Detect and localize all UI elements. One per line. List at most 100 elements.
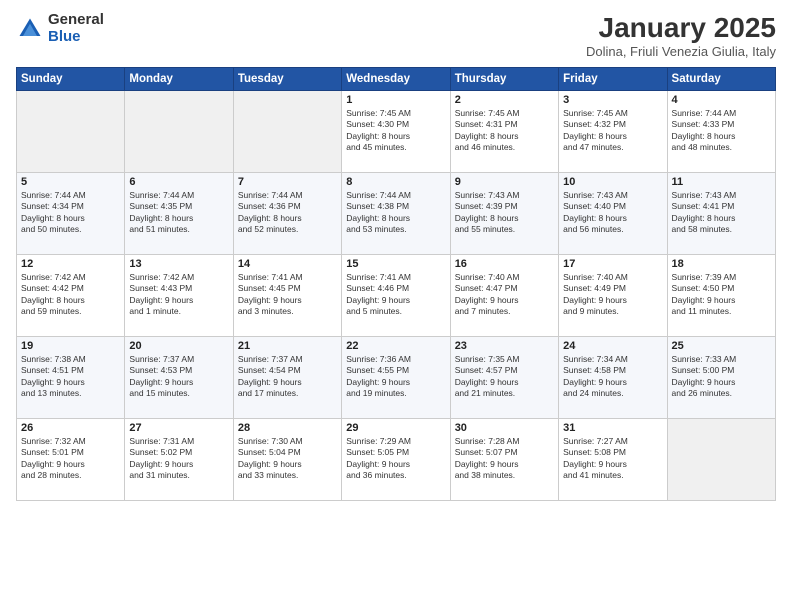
- day-info: Sunrise: 7:45 AM Sunset: 4:31 PM Dayligh…: [455, 108, 554, 154]
- location-subtitle: Dolina, Friuli Venezia Giulia, Italy: [586, 44, 776, 59]
- table-row: 20Sunrise: 7:37 AM Sunset: 4:53 PM Dayli…: [125, 337, 233, 419]
- day-number: 28: [238, 422, 337, 434]
- week-row-4: 19Sunrise: 7:38 AM Sunset: 4:51 PM Dayli…: [17, 337, 776, 419]
- calendar: Sunday Monday Tuesday Wednesday Thursday…: [16, 67, 776, 501]
- day-number: 13: [129, 258, 228, 270]
- table-row: 23 Sunrise: 7:35 AM Sunset: 4:57 PM Dayli…: [450, 337, 558, 419]
- day-info: Sunrise: 7:45 AM Sunset: 4:30 PM Dayligh…: [346, 108, 445, 154]
- day-info: Sunrise: 7:39 AM Sunset: 4:50 PM Dayligh…: [672, 272, 771, 318]
- table-row: 7 Sunrise: 7:44 AM Sunset: 4:36 PM Daylig…: [233, 173, 341, 255]
- day-number: 12: [21, 258, 120, 270]
- week-row-5: 26 Sunrise: 7:32 AM Sunset: 5:01 PM Dayli…: [17, 419, 776, 501]
- table-row: 28 Sunrise: 7:30 AM Sunset: 5:04 PM Dayli…: [233, 419, 341, 501]
- day-number: 23: [455, 340, 554, 352]
- table-row: 19Sunrise: 7:38 AM Sunset: 4:51 PM Dayli…: [17, 337, 125, 419]
- day-number: 7: [238, 176, 337, 188]
- logo-blue-text: Blue: [48, 29, 104, 46]
- month-title: January 2025: [586, 12, 776, 44]
- table-row: 21 Sunrise: 7:37 AM Sunset: 4:54 PM Dayli…: [233, 337, 341, 419]
- day-info: Sunrise: 7:44 AM Sunset: 4:34 PM Dayligh…: [21, 190, 120, 236]
- table-row: [667, 419, 775, 501]
- day-info: Sunrise: 7:43 AM Sunset: 4:39 PM Dayligh…: [455, 190, 554, 236]
- header-tuesday: Tuesday: [233, 68, 341, 91]
- day-info: Sunrise: 7:44 AM Sunset: 4:38 PM Dayligh…: [346, 190, 445, 236]
- table-row: 10 Sunrise: 7:43 AM Sunset: 4:40 PM Dayli…: [559, 173, 667, 255]
- day-info: Sunrise: 7:31 AM Sunset: 5:02 PM Dayligh…: [129, 436, 228, 482]
- day-info: Sunrise: 7:43 AM Sunset: 4:41 PM Dayligh…: [672, 190, 771, 236]
- table-row: 2 Sunrise: 7:45 AM Sunset: 4:31 PM Daylig…: [450, 91, 558, 173]
- day-info: Sunrise: 7:28 AM Sunset: 5:07 PM Dayligh…: [455, 436, 554, 482]
- day-number: 5: [21, 176, 120, 188]
- day-info: Sunrise: 7:29 AM Sunset: 5:05 PM Dayligh…: [346, 436, 445, 482]
- day-number: 4: [672, 94, 771, 106]
- table-row: 1 Sunrise: 7:45 AM Sunset: 4:30 PM Daylig…: [342, 91, 450, 173]
- header-monday: Monday: [125, 68, 233, 91]
- day-info: Sunrise: 7:44 AM Sunset: 4:36 PM Dayligh…: [238, 190, 337, 236]
- logo-icon: [16, 15, 44, 43]
- table-row: 9Sunrise: 7:43 AM Sunset: 4:39 PM Daylig…: [450, 173, 558, 255]
- day-number: 3: [563, 94, 662, 106]
- table-row: [233, 91, 341, 173]
- day-number: 26: [21, 422, 120, 434]
- day-info: Sunrise: 7:42 AM Sunset: 4:43 PM Dayligh…: [129, 272, 228, 318]
- day-info: Sunrise: 7:44 AM Sunset: 4:33 PM Dayligh…: [672, 108, 771, 154]
- day-info: Sunrise: 7:35 AM Sunset: 4:57 PM Dayligh…: [455, 354, 554, 400]
- day-number: 29: [346, 422, 445, 434]
- header: General Blue January 2025 Dolina, Friuli…: [16, 12, 776, 59]
- day-info: Sunrise: 7:37 AM Sunset: 4:53 PM Dayligh…: [129, 354, 228, 400]
- table-row: 3 Sunrise: 7:45 AM Sunset: 4:32 PM Daylig…: [559, 91, 667, 173]
- table-row: 25 Sunrise: 7:33 AM Sunset: 5:00 PM Dayli…: [667, 337, 775, 419]
- table-row: 12 Sunrise: 7:42 AM Sunset: 4:42 PM Dayli…: [17, 255, 125, 337]
- table-row: 15Sunrise: 7:41 AM Sunset: 4:46 PM Dayli…: [342, 255, 450, 337]
- day-info: Sunrise: 7:41 AM Sunset: 4:45 PM Dayligh…: [238, 272, 337, 318]
- day-number: 21: [238, 340, 337, 352]
- week-row-2: 5 Sunrise: 7:44 AM Sunset: 4:34 PM Daylig…: [17, 173, 776, 255]
- day-number: 16: [455, 258, 554, 270]
- day-info: Sunrise: 7:34 AM Sunset: 4:58 PM Dayligh…: [563, 354, 662, 400]
- table-row: 5 Sunrise: 7:44 AM Sunset: 4:34 PM Daylig…: [17, 173, 125, 255]
- table-row: 26 Sunrise: 7:32 AM Sunset: 5:01 PM Dayli…: [17, 419, 125, 501]
- table-row: 27Sunrise: 7:31 AM Sunset: 5:02 PM Dayli…: [125, 419, 233, 501]
- day-info: Sunrise: 7:37 AM Sunset: 4:54 PM Dayligh…: [238, 354, 337, 400]
- table-row: 6Sunrise: 7:44 AM Sunset: 4:35 PM Daylig…: [125, 173, 233, 255]
- header-wednesday: Wednesday: [342, 68, 450, 91]
- weekday-header-row: Sunday Monday Tuesday Wednesday Thursday…: [17, 68, 776, 91]
- table-row: 31Sunrise: 7:27 AM Sunset: 5:08 PM Dayli…: [559, 419, 667, 501]
- table-row: 29 Sunrise: 7:29 AM Sunset: 5:05 PM Dayli…: [342, 419, 450, 501]
- day-info: Sunrise: 7:40 AM Sunset: 4:47 PM Dayligh…: [455, 272, 554, 318]
- table-row: 24 Sunrise: 7:34 AM Sunset: 4:58 PM Dayli…: [559, 337, 667, 419]
- day-number: 11: [672, 176, 771, 188]
- day-number: 25: [672, 340, 771, 352]
- day-number: 14: [238, 258, 337, 270]
- day-info: Sunrise: 7:36 AM Sunset: 4:55 PM Dayligh…: [346, 354, 445, 400]
- day-info: Sunrise: 7:38 AM Sunset: 4:51 PM Dayligh…: [21, 354, 120, 400]
- day-info: Sunrise: 7:33 AM Sunset: 5:00 PM Dayligh…: [672, 354, 771, 400]
- day-number: 30: [455, 422, 554, 434]
- table-row: 16 Sunrise: 7:40 AM Sunset: 4:47 PM Dayli…: [450, 255, 558, 337]
- table-row: 14 Sunrise: 7:41 AM Sunset: 4:45 PM Dayli…: [233, 255, 341, 337]
- table-row: 8Sunrise: 7:44 AM Sunset: 4:38 PM Daylig…: [342, 173, 450, 255]
- day-number: 17: [563, 258, 662, 270]
- table-row: 13 Sunrise: 7:42 AM Sunset: 4:43 PM Dayli…: [125, 255, 233, 337]
- day-number: 2: [455, 94, 554, 106]
- day-info: Sunrise: 7:44 AM Sunset: 4:35 PM Dayligh…: [129, 190, 228, 236]
- week-row-3: 12 Sunrise: 7:42 AM Sunset: 4:42 PM Dayli…: [17, 255, 776, 337]
- header-sunday: Sunday: [17, 68, 125, 91]
- day-info: Sunrise: 7:40 AM Sunset: 4:49 PM Dayligh…: [563, 272, 662, 318]
- day-number: 22: [346, 340, 445, 352]
- day-info: Sunrise: 7:30 AM Sunset: 5:04 PM Dayligh…: [238, 436, 337, 482]
- day-number: 24: [563, 340, 662, 352]
- day-number: 18: [672, 258, 771, 270]
- day-number: 15: [346, 258, 445, 270]
- week-row-1: 1 Sunrise: 7:45 AM Sunset: 4:30 PM Daylig…: [17, 91, 776, 173]
- day-info: Sunrise: 7:45 AM Sunset: 4:32 PM Dayligh…: [563, 108, 662, 154]
- day-info: Sunrise: 7:43 AM Sunset: 4:40 PM Dayligh…: [563, 190, 662, 236]
- day-number: 10: [563, 176, 662, 188]
- day-info: Sunrise: 7:42 AM Sunset: 4:42 PM Dayligh…: [21, 272, 120, 318]
- logo-general-text: General: [48, 12, 104, 29]
- day-info: Sunrise: 7:27 AM Sunset: 5:08 PM Dayligh…: [563, 436, 662, 482]
- logo-text: General Blue: [48, 12, 104, 45]
- day-info: Sunrise: 7:32 AM Sunset: 5:01 PM Dayligh…: [21, 436, 120, 482]
- logo: General Blue: [16, 12, 104, 45]
- day-number: 1: [346, 94, 445, 106]
